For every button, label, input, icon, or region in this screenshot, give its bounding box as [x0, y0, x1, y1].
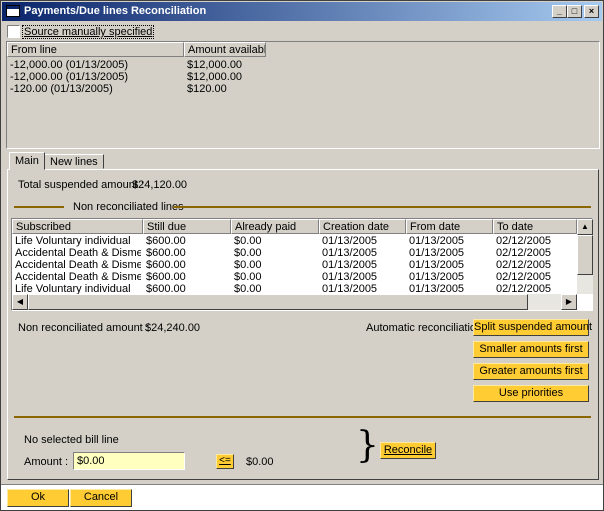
vertical-scroll-thumb[interactable] [577, 235, 593, 275]
cell-creation-date: 01/13/2005 [322, 235, 378, 247]
cell-to-date: 02/12/2005 [496, 259, 552, 271]
source-manually-label[interactable]: Source manually specified [22, 25, 155, 39]
cell-amount: $12,000.00 [187, 59, 243, 71]
cell-from-date: 01/13/2005 [409, 259, 465, 271]
non-reconciled-title: Non reconciliated lines [73, 201, 184, 213]
tab-new-lines[interactable]: New lines [44, 154, 104, 169]
column-header-already-paid[interactable]: Already paid [231, 219, 319, 234]
horizontal-scroll-thumb[interactable] [28, 294, 528, 310]
no-selected-bill-line: No selected bill line [24, 434, 119, 446]
amount-right-value: $0.00 [246, 456, 274, 468]
section-divider-right [173, 206, 591, 208]
cell-from-date: 01/13/2005 [409, 247, 465, 259]
minimize-button[interactable]: _ [552, 5, 567, 18]
column-header-to-date[interactable]: To date [493, 219, 577, 234]
column-header-still-due[interactable]: Still due [143, 219, 231, 234]
brace-icon: } [356, 425, 379, 466]
amount-label: Amount : [24, 456, 69, 468]
section-divider-bottom [14, 416, 591, 418]
horizontal-scrollbar[interactable]: ◀ ▶ [12, 294, 577, 310]
cell-amount: $120.00 [187, 83, 227, 95]
cell-to-date: 02/12/2005 [496, 235, 552, 247]
cell-from-line: -120.00 (01/13/2005) [10, 83, 113, 95]
non-reconciled-amount-value: $24,240.00 [145, 322, 201, 334]
cell-still-due: $600.00 [146, 271, 186, 283]
amount-input[interactable] [73, 452, 185, 470]
cell-already-paid: $0.00 [234, 259, 262, 271]
column-header-creation-date[interactable]: Creation date [319, 219, 406, 234]
close-button[interactable]: × [584, 5, 599, 18]
cell-from-line: -12,000.00 (01/13/2005) [10, 59, 129, 71]
smaller-amounts-first-button[interactable]: Smaller amounts first [473, 341, 589, 358]
window-icon [6, 5, 20, 17]
column-header-amount-available[interactable]: Amount available [184, 42, 266, 57]
section-divider-left [14, 206, 64, 208]
ok-button[interactable]: Ok [7, 489, 69, 507]
total-suspended-label: Total suspended amount : [18, 179, 144, 191]
cell-amount: $12,000.00 [187, 71, 243, 83]
split-suspended-amount-button[interactable]: Split suspended amount [473, 319, 592, 336]
column-header-from-line[interactable]: From line [7, 42, 184, 57]
from-line-table[interactable]: From line Amount available -12,000.00 (0… [6, 41, 600, 149]
window-title: Payments/Due lines Reconciliation [24, 5, 207, 17]
title-bar[interactable]: Payments/Due lines Reconciliation _ □ × [2, 2, 602, 21]
cell-still-due: $600.00 [146, 247, 186, 259]
transfer-arrow-button[interactable]: <= [216, 454, 234, 469]
cell-to-date: 02/12/2005 [496, 271, 552, 283]
reconcile-button[interactable]: Reconcile [380, 442, 436, 459]
cell-still-due: $600.00 [146, 235, 186, 247]
vertical-scrollbar[interactable]: ▲ [577, 219, 593, 294]
auto-reconciliation-label: Automatic reconciliation : [366, 322, 489, 334]
cell-from-line: -12,000.00 (01/13/2005) [10, 71, 129, 83]
cell-subscribed: Accidental Death & Dismem… [15, 259, 141, 271]
reconciliation-window: Payments/Due lines Reconciliation _ □ × … [0, 0, 604, 511]
cell-to-date: 02/12/2005 [496, 247, 552, 259]
non-reconciled-amount-label: Non reconciliated amount : [18, 322, 149, 334]
cell-subscribed: Accidental Death & Dismem… [15, 271, 141, 283]
source-manually-checkbox[interactable] [7, 25, 20, 38]
greater-amounts-first-button[interactable]: Greater amounts first [473, 363, 589, 380]
column-header-subscribed[interactable]: Subscribed [12, 219, 143, 234]
cell-creation-date: 01/13/2005 [322, 247, 378, 259]
scroll-left-icon[interactable]: ◀ [12, 294, 28, 310]
cell-already-paid: $0.00 [234, 247, 262, 259]
cell-already-paid: $0.00 [234, 235, 262, 247]
cell-still-due: $600.00 [146, 259, 186, 271]
use-priorities-button[interactable]: Use priorities [473, 385, 589, 402]
footer-bar: Ok Cancel [1, 484, 603, 510]
cell-from-date: 01/13/2005 [409, 235, 465, 247]
cell-creation-date: 01/13/2005 [322, 271, 378, 283]
cell-already-paid: $0.00 [234, 271, 262, 283]
scroll-right-icon[interactable]: ▶ [561, 294, 577, 310]
tab-main[interactable]: Main [9, 152, 45, 170]
cell-subscribed: Accidental Death & Dismem… [15, 247, 141, 259]
cell-from-date: 01/13/2005 [409, 271, 465, 283]
total-suspended-value: $24,120.00 [132, 179, 188, 191]
column-header-from-date[interactable]: From date [406, 219, 493, 234]
cell-subscribed: Life Voluntary individual [15, 235, 131, 247]
main-tab-panel: Total suspended amount : $24,120.00 Non … [7, 169, 599, 480]
scroll-up-icon[interactable]: ▲ [577, 219, 593, 235]
cancel-button[interactable]: Cancel [70, 489, 132, 507]
cell-creation-date: 01/13/2005 [322, 259, 378, 271]
maximize-button[interactable]: □ [567, 5, 582, 18]
non-reconciled-grid[interactable]: Subscribed Still due Already paid Creati… [11, 218, 593, 311]
